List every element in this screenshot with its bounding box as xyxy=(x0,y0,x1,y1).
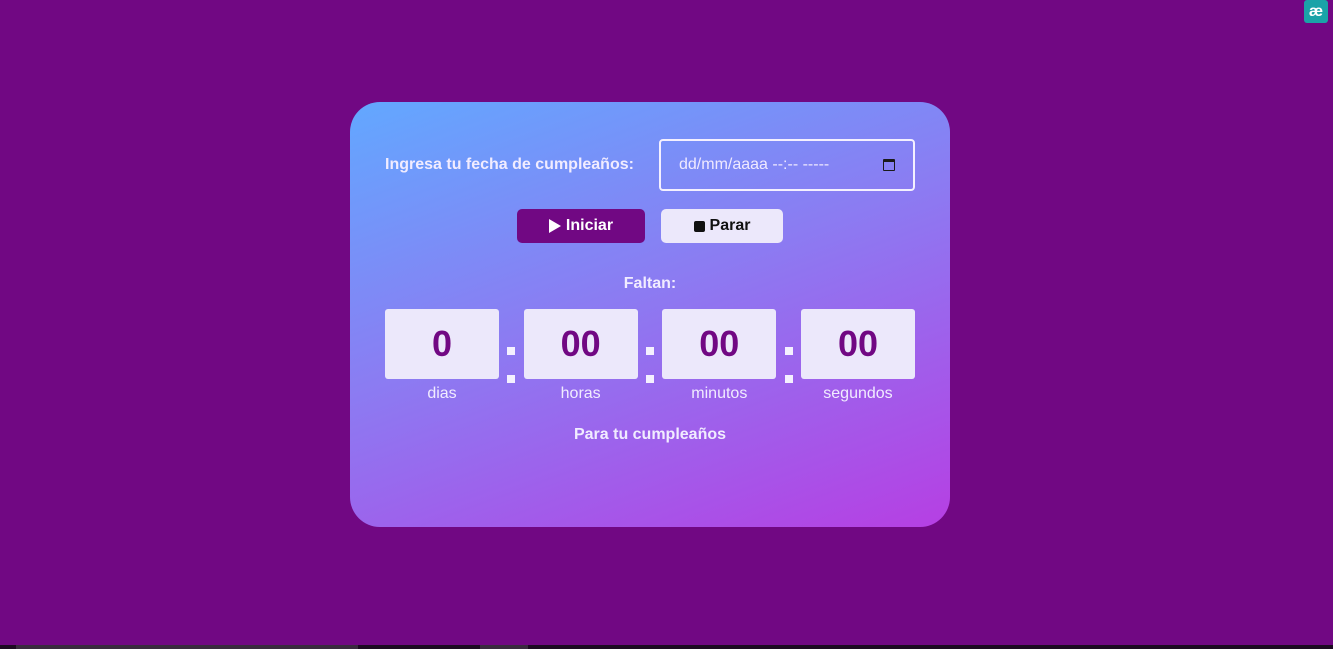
bottom-scrollbar[interactable] xyxy=(0,645,1333,649)
separator-dot xyxy=(645,347,654,355)
seconds-label: segundos xyxy=(823,385,893,402)
countdown-footer: Para tu cumpleaños xyxy=(573,426,727,443)
date-row: Ingresa tu fecha de cumpleaños: dd/mm/aa… xyxy=(385,137,915,193)
start-button[interactable]: Iniciar xyxy=(517,209,645,243)
countdown-card: Ingresa tu fecha de cumpleaños: dd/mm/aa… xyxy=(350,102,950,527)
date-placeholder: dd/mm/aaaa --:-- ----- xyxy=(679,156,830,173)
days-unit: 0 dias xyxy=(385,309,499,403)
minutes-value: 00 xyxy=(662,309,777,379)
separator-dot xyxy=(507,347,516,355)
stop-button[interactable]: Parar xyxy=(661,209,783,243)
hours-unit: 00 horas xyxy=(523,309,638,403)
birthday-label: Ingresa tu fecha de cumpleaños: xyxy=(385,156,634,173)
scrollbar-thumb[interactable] xyxy=(16,645,358,649)
minutes-label: minutos xyxy=(691,385,748,402)
separator-dot xyxy=(645,375,654,383)
seconds-unit: 00 segundos xyxy=(800,309,915,403)
button-row: Iniciar Parar xyxy=(350,209,950,243)
separator-dot xyxy=(784,347,793,355)
play-icon xyxy=(548,219,561,233)
counter-row: 0 dias 00 horas 00 minutos 00 segundos xyxy=(385,309,915,403)
minutes-unit: 00 minutos xyxy=(662,309,777,403)
birthday-datetime-input[interactable]: dd/mm/aaaa --:-- ----- xyxy=(659,139,915,191)
separator xyxy=(777,309,801,385)
calendar-icon[interactable] xyxy=(883,159,895,171)
days-label: dias xyxy=(427,385,457,402)
separator xyxy=(638,309,662,385)
seconds-value: 00 xyxy=(800,309,915,379)
days-value: 0 xyxy=(385,309,499,379)
countdown-heading: Faltan: xyxy=(623,275,677,292)
scrollbar-segment xyxy=(480,645,528,649)
stop-icon xyxy=(693,220,705,232)
hours-value: 00 xyxy=(523,309,638,379)
separator xyxy=(499,309,523,385)
separator-dot xyxy=(507,375,516,383)
separator-dot xyxy=(784,375,793,383)
ae-ligature-icon[interactable]: æ xyxy=(1304,0,1328,23)
stop-button-label: Parar xyxy=(709,217,751,234)
start-button-label: Iniciar xyxy=(565,217,614,234)
page: æ Ingresa tu fecha de cumpleaños: dd/mm/… xyxy=(0,0,1333,649)
hours-label: horas xyxy=(560,385,601,402)
